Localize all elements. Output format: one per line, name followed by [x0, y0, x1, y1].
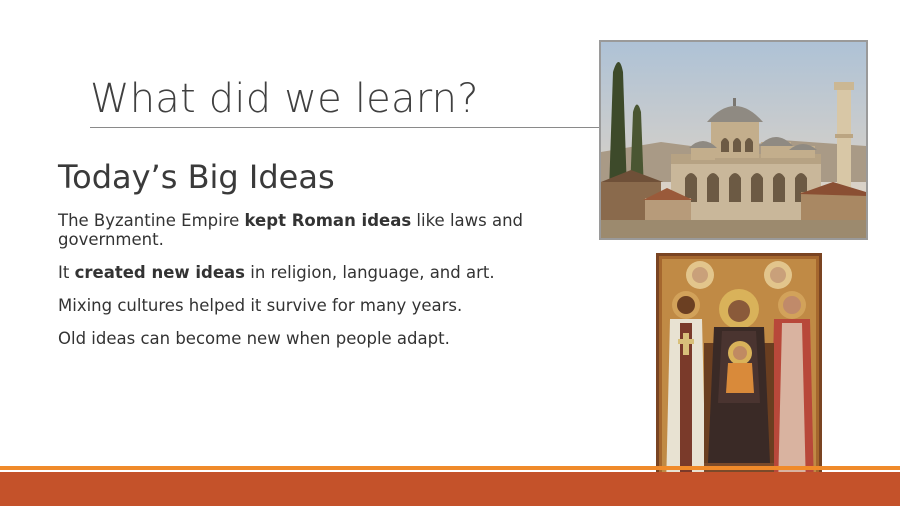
accent-stripe: [0, 466, 900, 470]
icon-illustration: [656, 253, 822, 495]
bullet-item: It created new ideas in religion, langua…: [58, 263, 495, 282]
bullet-item: The Byzantine Empire kept Roman ideas li…: [58, 211, 524, 249]
title-underline: [90, 127, 600, 128]
byzantine-icon-painting: [656, 253, 822, 495]
bullet-list: The Byzantine Empire kept Roman ideas li…: [58, 211, 538, 362]
slide-subtitle: Today’s Big Ideas: [58, 158, 335, 196]
bullet-item: Old ideas can become new when people ada…: [58, 329, 450, 348]
byzantine-church-photo: [599, 40, 868, 240]
slide-title: What did we learn?: [90, 76, 479, 122]
footer-bar: [0, 472, 900, 506]
bullet-item: Mixing cultures helped it survive for ma…: [58, 296, 463, 315]
church-illustration: [601, 42, 866, 238]
